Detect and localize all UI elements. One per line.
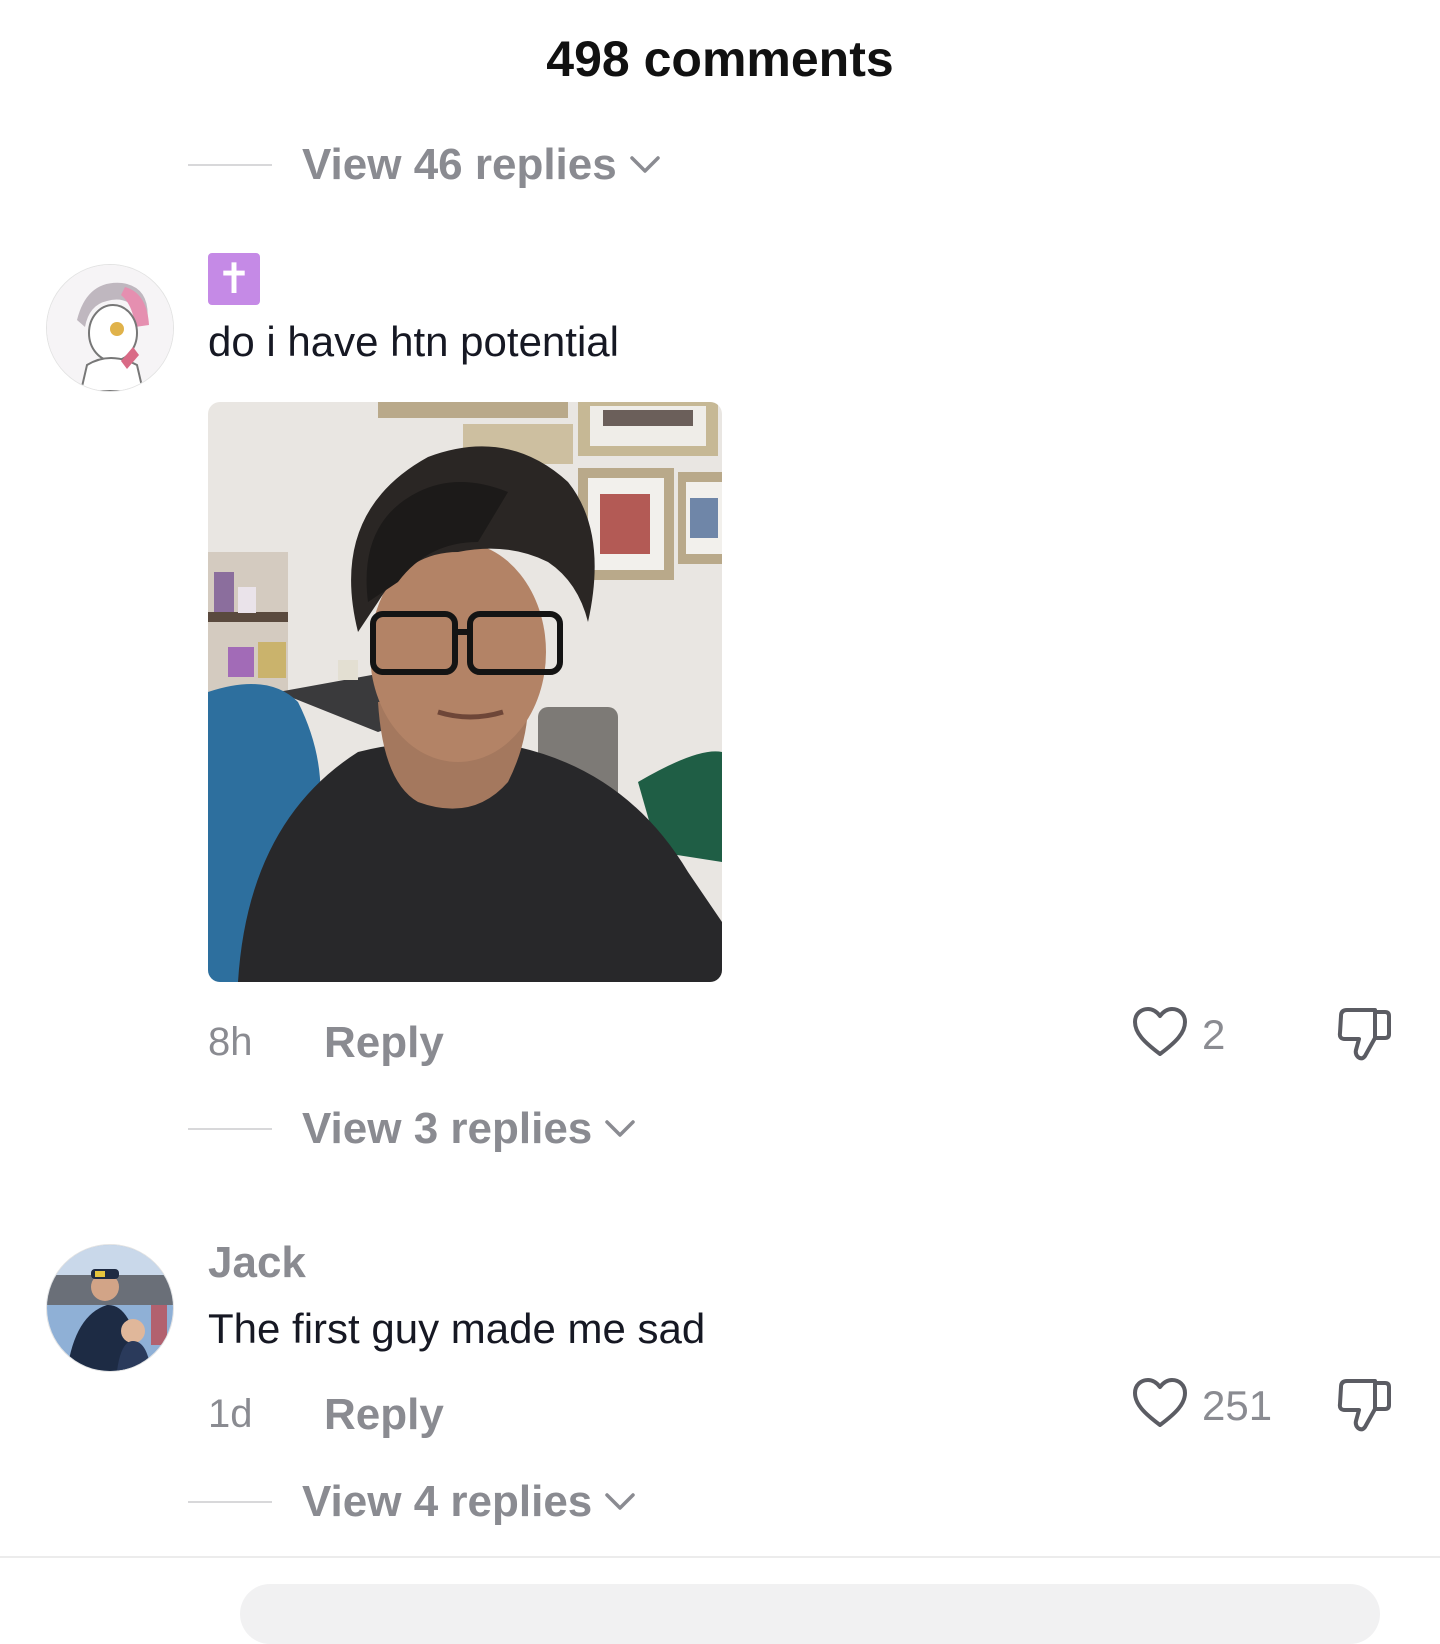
like-button[interactable]: 2 xyxy=(1132,1006,1225,1063)
like-count: 2 xyxy=(1202,1010,1226,1058)
comment-username[interactable]: Jack xyxy=(208,1238,306,1288)
view-replies-label: View 3 replies xyxy=(302,1104,593,1153)
thumbs-down-icon xyxy=(1335,1008,1393,1066)
reply-button[interactable]: Reply xyxy=(324,1390,444,1440)
comment-text: do i have htn potential xyxy=(208,318,619,365)
chevron-down-icon xyxy=(604,1118,636,1140)
reply-button[interactable]: Reply xyxy=(324,1018,444,1068)
replies-divider-line xyxy=(188,1501,272,1503)
comment-text: The first guy made me sad xyxy=(208,1305,706,1352)
avatar[interactable] xyxy=(46,264,174,392)
like-button[interactable]: 251 xyxy=(1132,1377,1272,1434)
comment-timestamp: 8h xyxy=(208,1020,253,1064)
avatar[interactable] xyxy=(46,1244,174,1372)
chevron-down-icon xyxy=(629,154,661,176)
view-replies-button[interactable]: View 3 replies xyxy=(188,1104,636,1154)
view-replies-button[interactable]: View 46 replies xyxy=(188,140,661,190)
comment-input-bar[interactable] xyxy=(240,1584,1380,1644)
bottom-divider xyxy=(0,1556,1440,1558)
username-emoji-badge[interactable]: ✝ xyxy=(208,253,260,305)
comment-photo[interactable] xyxy=(208,402,722,982)
view-replies-button[interactable]: View 4 replies xyxy=(188,1477,636,1527)
view-replies-label: View 46 replies xyxy=(302,140,617,189)
replies-divider-line xyxy=(188,164,272,166)
chevron-down-icon xyxy=(604,1491,636,1513)
view-replies-label: View 4 replies xyxy=(302,1477,593,1526)
thumbs-down-icon xyxy=(1335,1379,1393,1437)
comment-timestamp: 1d xyxy=(208,1392,253,1436)
heart-icon xyxy=(1132,1377,1188,1434)
comments-header-title: 498 comments xyxy=(546,31,894,87)
dislike-button[interactable] xyxy=(1335,1006,1393,1067)
like-count: 251 xyxy=(1202,1381,1273,1429)
heart-icon xyxy=(1132,1006,1188,1063)
replies-divider-line xyxy=(188,1128,272,1130)
dislike-button[interactable] xyxy=(1335,1377,1393,1438)
